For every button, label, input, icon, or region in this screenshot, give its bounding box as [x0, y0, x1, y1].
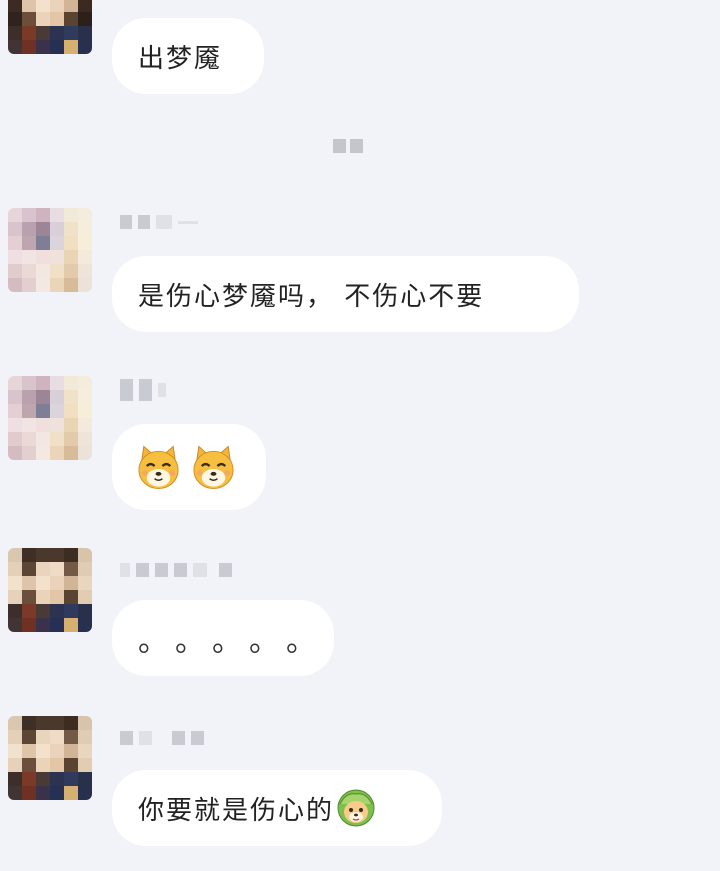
- shiba-emoji: [138, 445, 179, 490]
- sender-name: [120, 730, 204, 746]
- message-bubble[interactable]: 是伤心梦魇吗， 不伤心不要: [112, 256, 579, 332]
- avatar[interactable]: [8, 208, 92, 292]
- message-text: 是伤心梦魇吗， 不伤心不要: [138, 281, 485, 312]
- sender-name: [120, 214, 198, 230]
- message-text: 你要就是伤心的: [138, 795, 335, 826]
- message-text: 。。。。。: [138, 624, 338, 659]
- avatar[interactable]: [8, 376, 92, 460]
- message-bubble[interactable]: 。。。。。: [112, 600, 334, 676]
- avatar[interactable]: [8, 0, 92, 54]
- sender-name: [120, 562, 232, 578]
- timestamp: [333, 139, 363, 153]
- avatar[interactable]: [8, 716, 92, 800]
- shiba-emoji: [193, 445, 234, 490]
- avatar[interactable]: [8, 548, 92, 632]
- message-bubble[interactable]: 你要就是伤心的: [112, 770, 442, 846]
- emoji-message-bubble[interactable]: [112, 424, 266, 510]
- message-text: 出梦魇: [138, 43, 223, 74]
- message-bubble[interactable]: 出梦魇: [112, 18, 264, 94]
- shiba-cabbage-emoji: [337, 789, 375, 827]
- sender-name: [120, 379, 166, 401]
